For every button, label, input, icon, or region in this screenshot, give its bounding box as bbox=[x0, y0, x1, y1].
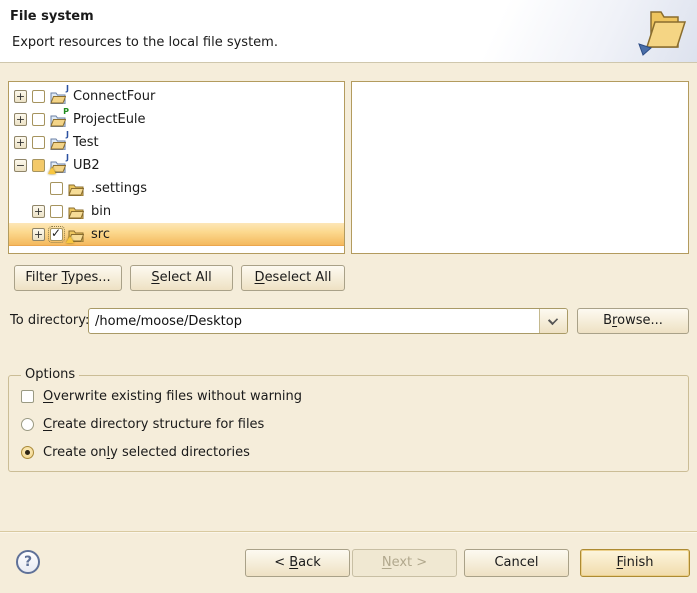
project-folder-icon: P bbox=[50, 112, 67, 127]
tree-item-connectfour[interactable]: + J ConnectFour bbox=[9, 85, 344, 108]
checkbox[interactable] bbox=[50, 205, 63, 218]
only-selected-option[interactable]: Create only selected directories bbox=[21, 444, 250, 460]
button-label: Filter bbox=[25, 270, 61, 285]
directory-combo bbox=[88, 308, 568, 334]
mnemonic: B bbox=[289, 555, 298, 570]
option-label: Create directory structure for files bbox=[43, 417, 264, 432]
button-label: owse... bbox=[617, 313, 663, 328]
directory-dropdown-button[interactable] bbox=[539, 309, 567, 333]
help-button[interactable]: ? bbox=[16, 550, 40, 574]
check-icon: ✓ bbox=[51, 226, 61, 240]
option-label: Overwrite existing files without warning bbox=[43, 389, 302, 404]
tree-item-bin[interactable]: + bin bbox=[9, 200, 344, 223]
directory-input[interactable] bbox=[89, 309, 539, 333]
tree-item-src[interactable]: + ✓ src bbox=[9, 223, 344, 246]
mnemonic: S bbox=[151, 270, 159, 285]
checkbox[interactable] bbox=[32, 90, 45, 103]
folder-icon bbox=[68, 204, 85, 219]
project-decorator: P bbox=[63, 108, 69, 116]
expand-toggle-icon[interactable]: + bbox=[14, 90, 27, 103]
java-project-folder-icon: J bbox=[50, 135, 67, 150]
expand-toggle-icon[interactable]: + bbox=[14, 136, 27, 149]
next-button: Next > bbox=[352, 549, 457, 577]
mnemonic: D bbox=[255, 270, 265, 285]
question-mark-icon: ? bbox=[24, 554, 32, 570]
options-legend: Options bbox=[21, 367, 79, 382]
folder-warning-icon bbox=[68, 227, 85, 242]
collapse-toggle-icon[interactable]: − bbox=[14, 159, 27, 172]
to-directory-label: To directory: bbox=[10, 313, 89, 328]
button-label: eselect All bbox=[265, 270, 332, 285]
java-project-folder-warning-icon: J bbox=[50, 158, 67, 173]
checkbox-checked[interactable]: ✓ bbox=[50, 228, 63, 241]
java-decorator: J bbox=[66, 154, 69, 162]
warning-icon bbox=[66, 236, 74, 243]
cancel-button[interactable]: Cancel bbox=[464, 549, 569, 577]
tree-item-settings[interactable]: .settings bbox=[9, 177, 344, 200]
tree-item-label: UB2 bbox=[72, 158, 100, 173]
back-button[interactable]: < Back bbox=[245, 549, 350, 577]
checkbox[interactable] bbox=[32, 136, 45, 149]
options-group: Options Overwrite existing files without… bbox=[8, 375, 689, 472]
select-all-button[interactable]: Select All bbox=[130, 265, 233, 291]
checkbox[interactable] bbox=[21, 390, 34, 403]
java-project-folder-icon: J bbox=[50, 89, 67, 104]
tree-item-projecteule[interactable]: + P ProjectEule bbox=[9, 108, 344, 131]
export-wizard-dialog: File system Export resources to the loca… bbox=[0, 0, 697, 593]
radio-button-selected[interactable] bbox=[21, 446, 34, 459]
tree-item-label: ConnectFour bbox=[72, 89, 155, 104]
page-title: File system bbox=[10, 9, 94, 24]
browse-button[interactable]: Browse... bbox=[577, 308, 689, 334]
folder-icon bbox=[68, 181, 85, 196]
radio-button[interactable] bbox=[21, 418, 34, 431]
option-label: Create only selected directories bbox=[43, 445, 250, 460]
finish-button[interactable]: Finish bbox=[580, 549, 690, 577]
deselect-all-button[interactable]: Deselect All bbox=[241, 265, 345, 291]
dir-structure-option[interactable]: Create directory structure for files bbox=[21, 416, 264, 432]
page-subtitle: Export resources to the local file syste… bbox=[12, 35, 278, 50]
button-label: ext > bbox=[392, 555, 428, 570]
checkbox[interactable] bbox=[50, 182, 63, 195]
tree-item-test[interactable]: + J Test bbox=[9, 131, 344, 154]
tree-item-label: .settings bbox=[90, 181, 147, 196]
checkbox-grayed[interactable] bbox=[32, 159, 45, 172]
tree-item-label: bin bbox=[90, 204, 111, 219]
chevron-down-icon bbox=[548, 315, 558, 325]
footer-separator bbox=[0, 531, 697, 533]
tree-item-ub2[interactable]: − J UB2 bbox=[9, 154, 344, 177]
wizard-header: File system Export resources to the loca… bbox=[0, 0, 697, 63]
checkbox[interactable] bbox=[32, 113, 45, 126]
tree-item-label: Test bbox=[72, 135, 99, 150]
java-decorator: J bbox=[66, 131, 69, 139]
button-label: elect All bbox=[160, 270, 212, 285]
button-label: ypes... bbox=[68, 270, 111, 285]
mnemonic: N bbox=[382, 555, 392, 570]
resource-tree: + J ConnectFour + P ProjectEule + J bbox=[8, 81, 345, 254]
button-label: inish bbox=[623, 555, 653, 570]
expand-toggle-icon[interactable]: + bbox=[32, 228, 45, 241]
button-label: B bbox=[603, 313, 612, 328]
tree-item-label: ProjectEule bbox=[72, 112, 146, 127]
filter-types-button[interactable]: Filter Types... bbox=[14, 265, 122, 291]
tree-item-label: src bbox=[90, 227, 110, 242]
expand-toggle-icon[interactable]: + bbox=[32, 205, 45, 218]
button-label: Cancel bbox=[494, 555, 538, 570]
overwrite-option[interactable]: Overwrite existing files without warning bbox=[21, 388, 302, 404]
java-decorator: J bbox=[66, 85, 69, 93]
open-folder-wizard-icon bbox=[633, 4, 689, 60]
warning-icon bbox=[48, 167, 56, 174]
button-label: < bbox=[274, 555, 289, 570]
file-list-panel[interactable] bbox=[351, 81, 689, 254]
button-label: ack bbox=[298, 555, 321, 570]
expand-toggle-icon[interactable]: + bbox=[14, 113, 27, 126]
